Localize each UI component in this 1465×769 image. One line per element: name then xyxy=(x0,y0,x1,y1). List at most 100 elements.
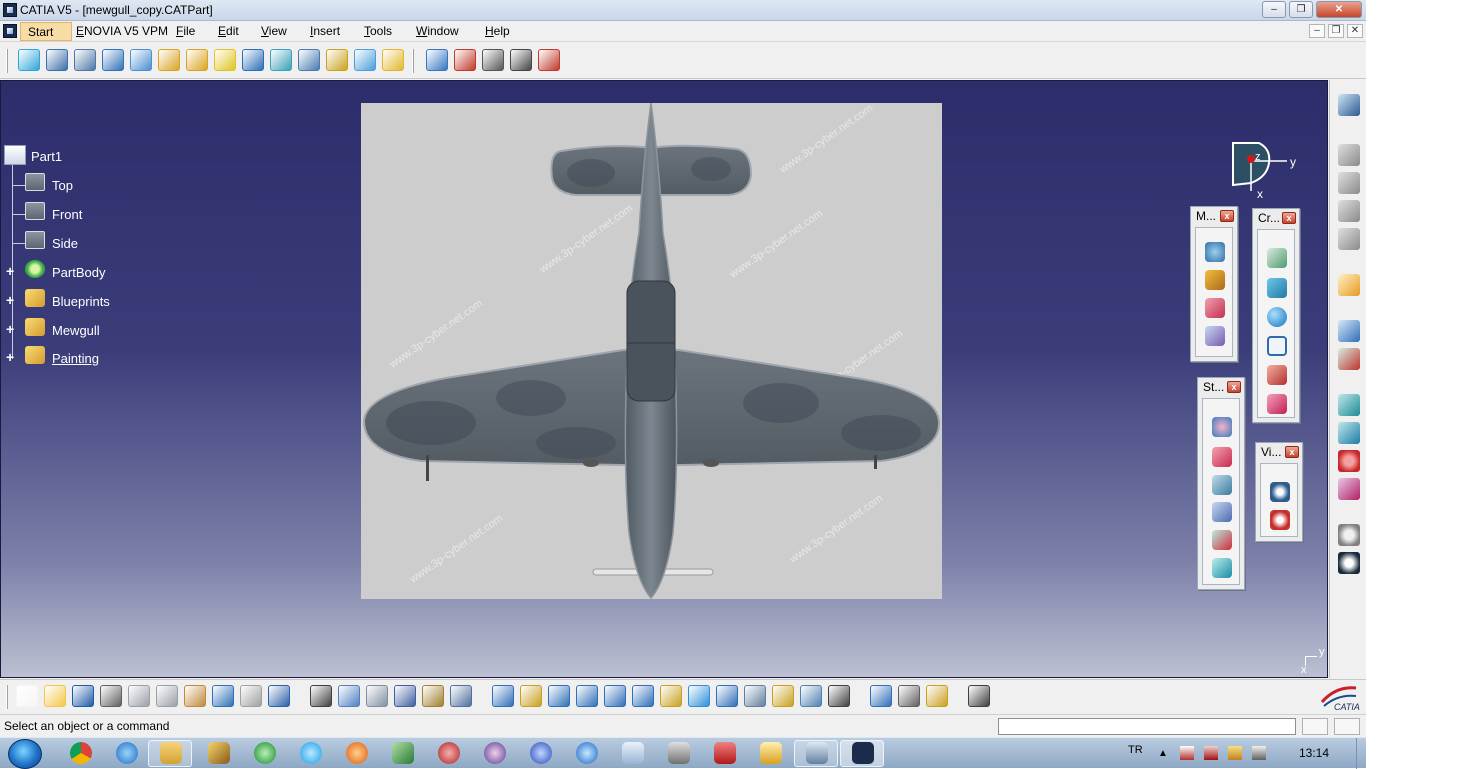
sweep-icon[interactable] xyxy=(270,49,292,71)
measure-between-icon[interactable] xyxy=(1205,242,1225,262)
measure-palette[interactable]: M... x xyxy=(1190,206,1238,362)
language-indicator[interactable]: TR xyxy=(1128,744,1143,756)
tree-item-top[interactable]: Top xyxy=(52,178,73,193)
plane-icon[interactable] xyxy=(25,173,45,191)
multi-pattern-icon[interactable] xyxy=(1338,450,1360,472)
zoom-in-icon[interactable] xyxy=(604,685,626,707)
catia-app-icon[interactable] xyxy=(3,3,17,17)
inertia-icon[interactable] xyxy=(1205,298,1225,318)
sections-icon[interactable] xyxy=(454,49,476,71)
lightning-app-icon[interactable] xyxy=(576,742,598,764)
extrude-icon[interactable] xyxy=(1338,394,1360,416)
menu-tools[interactable]: Tools xyxy=(364,24,392,38)
3d-viewport[interactable]: www.3p-cyber.net.com www.3p-cyber.net.co… xyxy=(0,80,1328,678)
firefox-icon[interactable] xyxy=(346,742,368,764)
surface-icon[interactable] xyxy=(18,49,40,71)
fly-mode-icon[interactable] xyxy=(492,685,514,707)
tray-chevron-icon[interactable]: ▲ xyxy=(1158,748,1168,759)
menu-edit[interactable]: Edit xyxy=(218,24,239,38)
eye-icon[interactable] xyxy=(1270,482,1290,502)
security-icon[interactable] xyxy=(1204,746,1218,760)
toolbar-grip[interactable] xyxy=(6,685,8,709)
palette-close-button[interactable]: x xyxy=(1227,381,1241,393)
cone-icon[interactable] xyxy=(1267,365,1287,385)
flag-icon[interactable] xyxy=(1180,746,1194,760)
spline-icon[interactable] xyxy=(186,49,208,71)
copy-icon[interactable] xyxy=(1338,200,1360,222)
menu-file[interactable]: File xyxy=(176,24,195,38)
doc-minimize-button[interactable]: – xyxy=(1309,24,1325,38)
swap-visible-icon[interactable] xyxy=(800,685,822,707)
zoom-out-icon[interactable] xyxy=(632,685,654,707)
document-icon[interactable] xyxy=(3,24,17,38)
toolbar-grip[interactable] xyxy=(6,49,8,73)
print-icon[interactable] xyxy=(100,685,122,707)
pan-icon[interactable] xyxy=(548,685,570,707)
inertia-icon[interactable] xyxy=(926,685,948,707)
line-icon[interactable] xyxy=(1267,248,1287,268)
catalog-browser-icon[interactable] xyxy=(1338,144,1360,166)
tree-item-partbody[interactable]: PartBody xyxy=(52,265,105,280)
tree-item-blueprints[interactable]: Blueprints xyxy=(52,294,110,309)
creation-palette[interactable]: Cr... x xyxy=(1252,208,1300,423)
grid-icon[interactable] xyxy=(1338,172,1360,194)
sketch-analysis-icon[interactable] xyxy=(102,49,124,71)
tree-item-part1[interactable]: Part1 xyxy=(31,149,62,164)
taskbar-clock[interactable]: 13:14 xyxy=(1299,746,1329,760)
close-button[interactable]: ✕ xyxy=(1316,1,1362,18)
green-app-icon[interactable] xyxy=(254,742,276,764)
menu-view[interactable]: View xyxy=(261,24,287,38)
join-icon[interactable] xyxy=(326,49,348,71)
show-desktop-button[interactable] xyxy=(1356,738,1366,769)
new-icon[interactable] xyxy=(16,685,38,707)
align-icon[interactable] xyxy=(450,685,472,707)
menu-window[interactable]: Window xyxy=(416,24,459,38)
menu-start[interactable]: Start xyxy=(20,22,72,41)
command-button[interactable] xyxy=(1302,718,1328,735)
revolve-icon[interactable] xyxy=(1338,422,1360,444)
doc-close-button[interactable]: ✕ xyxy=(1347,24,1363,38)
plane-create-icon[interactable] xyxy=(1267,278,1287,298)
plane-icon[interactable] xyxy=(25,202,45,220)
fit-all-icon[interactable] xyxy=(520,685,542,707)
menu-insert[interactable]: Insert xyxy=(310,24,340,38)
pencil-app-icon[interactable] xyxy=(208,742,230,764)
undo-icon[interactable] xyxy=(212,685,234,707)
formula-icon[interactable] xyxy=(310,685,332,707)
document-app-icon[interactable] xyxy=(622,742,644,764)
analysis-icon[interactable] xyxy=(1205,326,1225,346)
remove-icon[interactable] xyxy=(1212,530,1232,550)
skype-icon[interactable] xyxy=(300,742,322,764)
media-app-icon[interactable] xyxy=(438,742,460,764)
cut-icon[interactable] xyxy=(128,685,150,707)
design-table-icon[interactable] xyxy=(366,685,388,707)
chrome-icon[interactable] xyxy=(70,742,92,764)
blend-icon[interactable] xyxy=(298,49,320,71)
geometrical-set-icon[interactable] xyxy=(25,289,45,307)
tree-item-front[interactable]: Front xyxy=(52,207,82,222)
pattern-icon[interactable] xyxy=(242,49,264,71)
view-palette[interactable]: Vi... x xyxy=(1255,442,1303,542)
wireframe-icon[interactable] xyxy=(130,49,152,71)
lock-icon[interactable] xyxy=(422,685,444,707)
eye-hide-icon[interactable] xyxy=(1270,510,1290,530)
multi-part-icon[interactable] xyxy=(74,49,96,71)
plane-icon[interactable] xyxy=(25,231,45,249)
shading-icon[interactable] xyxy=(744,685,766,707)
catalog-icon[interactable] xyxy=(394,685,416,707)
windows-start-button[interactable] xyxy=(8,739,42,769)
expand-icon[interactable]: + xyxy=(6,350,17,364)
geometrical-set-icon[interactable] xyxy=(25,346,45,364)
list-icon[interactable] xyxy=(1338,320,1360,342)
doc-restore-button[interactable]: ❐ xyxy=(1328,24,1344,38)
grid-icon[interactable] xyxy=(482,49,504,71)
command-input[interactable] xyxy=(998,718,1296,735)
multi-view-icon[interactable] xyxy=(688,685,710,707)
iso-view-icon[interactable] xyxy=(716,685,738,707)
refresh-icon[interactable] xyxy=(1338,524,1360,546)
draft-icon[interactable] xyxy=(538,49,560,71)
open-icon[interactable] xyxy=(44,685,66,707)
player-icon[interactable] xyxy=(484,742,506,764)
comment-icon[interactable] xyxy=(338,685,360,707)
geometrical-set-icon[interactable] xyxy=(25,318,45,336)
